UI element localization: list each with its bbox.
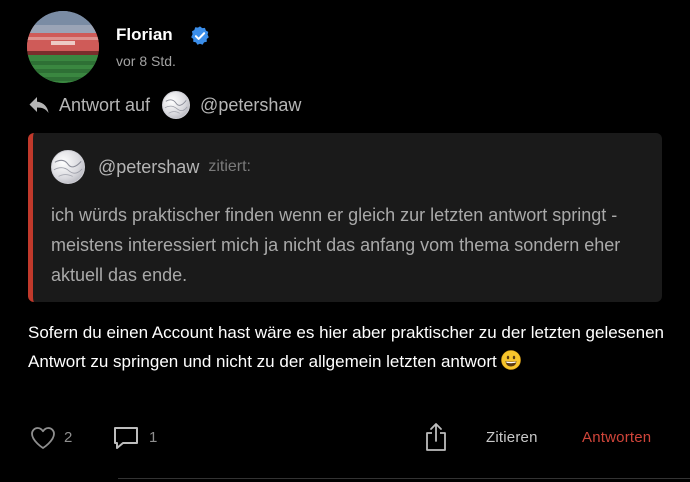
quote-header: @petershaw zitiert: bbox=[51, 149, 251, 185]
reply-count[interactable]: 1 bbox=[149, 429, 157, 446]
quote-text: ich würds praktischer finden wenn er gle… bbox=[51, 205, 621, 285]
divider bbox=[118, 478, 690, 479]
author-name[interactable]: Florian bbox=[116, 25, 173, 45]
reply-to-avatar bbox=[162, 91, 191, 119]
verified-badge-icon bbox=[191, 26, 209, 45]
quote-button[interactable]: Zitieren bbox=[486, 429, 538, 446]
post-body: Sofern du einen Account hast wäre es hie… bbox=[28, 318, 668, 376]
speech-bubble-icon[interactable] bbox=[112, 425, 140, 451]
post-actions: 2 1 Zitieren Antworten bbox=[0, 418, 690, 458]
reply-to-line[interactable]: Antwort auf @petershaw bbox=[28, 91, 302, 119]
author-avatar[interactable] bbox=[27, 11, 99, 83]
reply-to-label: Antwort auf bbox=[59, 94, 151, 115]
stadium-photo bbox=[27, 11, 99, 83]
quote-avatar[interactable] bbox=[51, 150, 85, 184]
heart-icon[interactable] bbox=[30, 426, 56, 450]
post-timestamp[interactable]: vor 8 Std. bbox=[116, 53, 176, 69]
post-body-text: Sofern du einen Account hast wäre es hie… bbox=[28, 323, 664, 371]
post: Florian vor 8 Std. Antwort auf @petersha… bbox=[0, 0, 690, 482]
like-count[interactable]: 2 bbox=[64, 429, 72, 446]
quote-cites-label: zitiert: bbox=[208, 158, 251, 175]
share-icon[interactable] bbox=[424, 422, 448, 452]
reply-to-username: @petershaw bbox=[200, 94, 302, 115]
smiley-emoji-icon bbox=[500, 350, 521, 370]
quote-username[interactable]: @petershaw bbox=[98, 157, 199, 178]
reply-arrow-icon bbox=[29, 97, 49, 113]
reply-button[interactable]: Antworten bbox=[582, 429, 651, 446]
quote-block: @petershaw zitiert: ich würds praktische… bbox=[28, 133, 662, 302]
